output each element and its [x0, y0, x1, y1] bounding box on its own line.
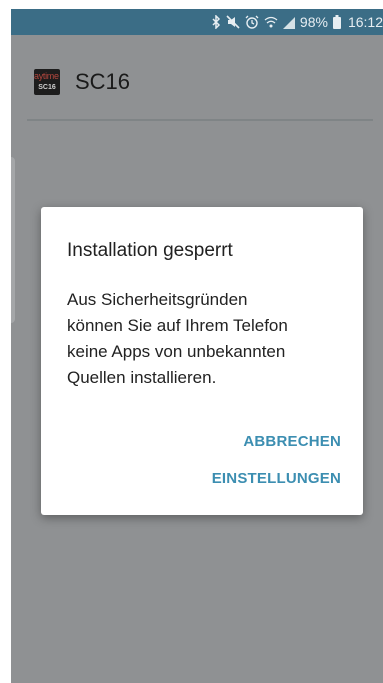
- signal-icon: [282, 14, 295, 30]
- dialog-message-line: keine Apps von unbekannten: [67, 342, 286, 361]
- app-logo-bottom-text: SC16: [38, 84, 56, 91]
- app-logo: aytime SC16: [34, 69, 60, 95]
- app-bar-divider: [27, 119, 373, 121]
- app-title: SC16: [75, 69, 131, 94]
- battery-percent: 98%: [299, 14, 328, 30]
- phone-screen: 98% 16:12 aytime SC16 SC16 Installation …: [11, 9, 383, 683]
- background-card-edge: [11, 157, 15, 323]
- battery-icon: [332, 14, 341, 30]
- dialog-message-line: können Sie auf Ihrem Telefon: [67, 316, 288, 335]
- wifi-icon: [264, 14, 278, 30]
- dialog-message-line: Quellen installieren.: [67, 368, 217, 387]
- install-blocked-dialog: Installation gesperrt Aus Sicherheitsgrü…: [41, 207, 363, 515]
- status-bar: 98% 16:12: [11, 9, 383, 35]
- settings-button[interactable]: EINSTELLUNGEN: [212, 469, 341, 489]
- app-bar: aytime SC16 SC16: [11, 35, 383, 127]
- cancel-button[interactable]: ABBRECHEN: [243, 432, 341, 452]
- clock: 16:12: [347, 14, 383, 30]
- dialog-message: Aus Sicherheitsgründen können Sie auf Ih…: [67, 287, 352, 391]
- dialog-title: Installation gesperrt: [67, 240, 233, 261]
- dialog-message-line: Aus Sicherheitsgründen: [67, 290, 248, 309]
- app-logo-top-text: aytime: [34, 71, 59, 81]
- page-frame: 98% 16:12 aytime SC16 SC16 Installation …: [0, 0, 383, 683]
- bluetooth-icon: [211, 14, 221, 30]
- mute-icon: [226, 14, 240, 30]
- alarm-icon: [245, 14, 259, 30]
